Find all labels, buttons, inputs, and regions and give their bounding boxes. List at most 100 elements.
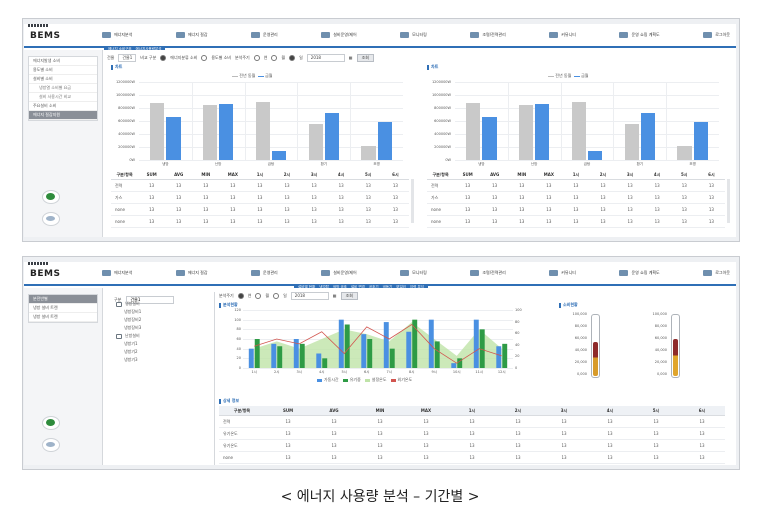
sidebar-item[interactable]: 냉방 설비 트렌 (29, 313, 97, 322)
nav-item[interactable]: 에너지 절감 (175, 267, 208, 279)
nav-item-label: 운영관리 (263, 270, 278, 275)
sidebar-item[interactable]: 에너지발생 소비 (29, 57, 97, 66)
sidebar-item[interactable]: 분전반별 (29, 295, 97, 304)
table-cell: 13 (535, 191, 563, 204)
table-header: 4시 (643, 170, 671, 180)
calendar-icon[interactable]: ▦ (333, 293, 337, 298)
nav-icon (470, 32, 480, 38)
radio-energy[interactable] (160, 54, 167, 61)
bar-current (219, 104, 234, 160)
table-cell: 13 (697, 203, 725, 216)
table-header: MIN (192, 170, 220, 180)
table-cell: 13 (381, 215, 409, 228)
nav-item[interactable]: 에너지분석 (102, 267, 132, 279)
chart-legend: 가동시간 유기중 설정온도 외기온도 (313, 377, 412, 383)
table-cell: 13 (454, 179, 482, 192)
sidebar-item[interactable]: 냉방열 소비별 요금 (29, 84, 97, 93)
radio-day[interactable] (289, 54, 296, 61)
radio-day[interactable] (273, 292, 280, 299)
y-tick-label: 100 (234, 317, 241, 322)
table-cell: 13 (165, 215, 193, 228)
building-select[interactable]: 건물1 (118, 53, 137, 62)
therm-tick: 80,000 (574, 324, 587, 328)
nav-item[interactable]: 운영 쇼핑 계획도 (619, 29, 660, 41)
nav-item-label: 커뮤니티 (561, 270, 576, 275)
tree-node[interactable]: 냉방기1 (116, 340, 141, 348)
nav-item[interactable]: 커뮤니티 (549, 29, 576, 41)
analysis-panel: 분석현황 120 100 80 60 40 20 0 100 80 60 40 20 0 1시 2시 3시 4시 5… (219, 302, 549, 394)
nav-item[interactable]: 조명/전력관리 (470, 29, 506, 41)
table-scrollbar[interactable] (727, 179, 730, 223)
table-cell: 13 (300, 215, 328, 228)
nav-item-label: 로그아웃 (715, 270, 730, 275)
table-scrollbar[interactable] (411, 179, 414, 223)
sidebar-item[interactable]: 냉방 설비 트렌 (29, 304, 97, 313)
table-row: 유기온도 13 13 13 13 13 13 13 13 13 13 (219, 427, 725, 440)
nav-item[interactable]: 로그아웃 (703, 29, 730, 41)
screenshot-bottom: BEMS 에너지분석 에너지 절감 운영관리 설비운영/제어 모니터링 조명/전력관리 커뮤… (24, 262, 736, 465)
bar-runtime (316, 353, 322, 368)
table-cell: 13 (454, 215, 482, 228)
nav-item[interactable]: 운영관리 (251, 29, 278, 41)
date-input[interactable]: 2018 (306, 53, 345, 62)
grid-divider (560, 82, 562, 160)
sidebar-item[interactable]: 주요설비 소비 (29, 102, 97, 111)
nav-item[interactable]: 모니터링 (400, 267, 427, 279)
sidebar-item[interactable]: 용도별 소비 (29, 66, 97, 75)
table-cell: 13 (192, 191, 220, 204)
tree-node-label: 냉방기1 (124, 341, 138, 346)
nav-item[interactable]: 설비운영/제어 (321, 29, 357, 41)
chart-legend: 전년 동월 금월 (548, 73, 588, 79)
tree-node[interactable]: 난방설비 (116, 332, 141, 340)
search-button[interactable]: 조회 (356, 53, 374, 62)
table-cell: 13 (192, 179, 220, 192)
bar-load (367, 339, 373, 368)
y-tick-right: 100 (515, 308, 522, 312)
x-tick-label: 1시 (251, 370, 257, 374)
grid-line (455, 95, 719, 96)
nav-item[interactable]: 운영관리 (251, 267, 278, 279)
radio-month[interactable] (255, 292, 262, 299)
table-cell: 13 (587, 415, 633, 428)
nav-icon (251, 32, 261, 38)
tree-node[interactable]: 냉방장비1 (116, 308, 141, 316)
radio-month[interactable] (271, 54, 278, 61)
bar-previous (624, 123, 639, 160)
nav-item[interactable]: 로그아웃 (703, 267, 730, 279)
tree-list: 냉방설비냉방장비1 냉방장비2 냉방장비3 난방설비 냉방기1 냉방기2 냉방기3 (116, 300, 141, 364)
nav-item[interactable]: 모니터링 (400, 29, 427, 41)
radio-usage[interactable] (201, 54, 208, 61)
table-cell: 13 (495, 451, 541, 464)
table-header: MAX (219, 170, 247, 180)
date-input[interactable]: 2018 (290, 291, 329, 300)
x-tick-label: 환기 (320, 162, 328, 166)
tree-node-label: 냉방설비 (125, 301, 140, 306)
tree-node[interactable]: 냉방설비 (116, 300, 141, 308)
sidebar-item[interactable]: 설비별 소비 (29, 75, 97, 84)
y-tick-label: 1200000W (115, 80, 135, 84)
nav-icon (703, 32, 713, 38)
radio-year[interactable] (253, 54, 260, 61)
sidebar-item[interactable]: 설비 사용시간 비교 (29, 93, 97, 102)
filter-bar: 건물 건물1 비교 구분 에너지분류 소비 용도별 소비 분석주기 연 월 일 … (107, 53, 732, 62)
tree-node[interactable]: 냉방장비2 (116, 316, 141, 324)
tree-node[interactable]: 냉방장비3 (116, 324, 141, 332)
search-button[interactable]: 조회 (340, 291, 358, 300)
tree-node[interactable]: 냉방기3 (116, 356, 141, 364)
nav-item[interactable]: 에너지 절감 (175, 29, 208, 41)
radio-year[interactable] (237, 292, 244, 299)
nav-item[interactable]: 운영 쇼핑 계획도 (619, 267, 660, 279)
nav-item[interactable]: 조명/전력관리 (470, 267, 506, 279)
nav-item[interactable]: 커뮤니티 (549, 267, 576, 279)
table-header: SUM (454, 170, 482, 180)
nav-item[interactable]: 설비운영/제어 (321, 267, 357, 279)
table-cell: 13 (300, 179, 328, 192)
sidebar-item[interactable]: 에너지 절감지원 (29, 111, 97, 120)
analysis-chart-svg (248, 319, 508, 368)
calendar-icon[interactable]: ▦ (349, 55, 353, 60)
nav-item[interactable]: 에너지분석 (102, 29, 132, 41)
tree-node[interactable]: 냉방기2 (116, 348, 141, 356)
table-cell: 13 (265, 451, 311, 464)
nav-item-label: 에너지 절감 (187, 270, 208, 275)
radio-day-label: 일 (283, 292, 287, 298)
